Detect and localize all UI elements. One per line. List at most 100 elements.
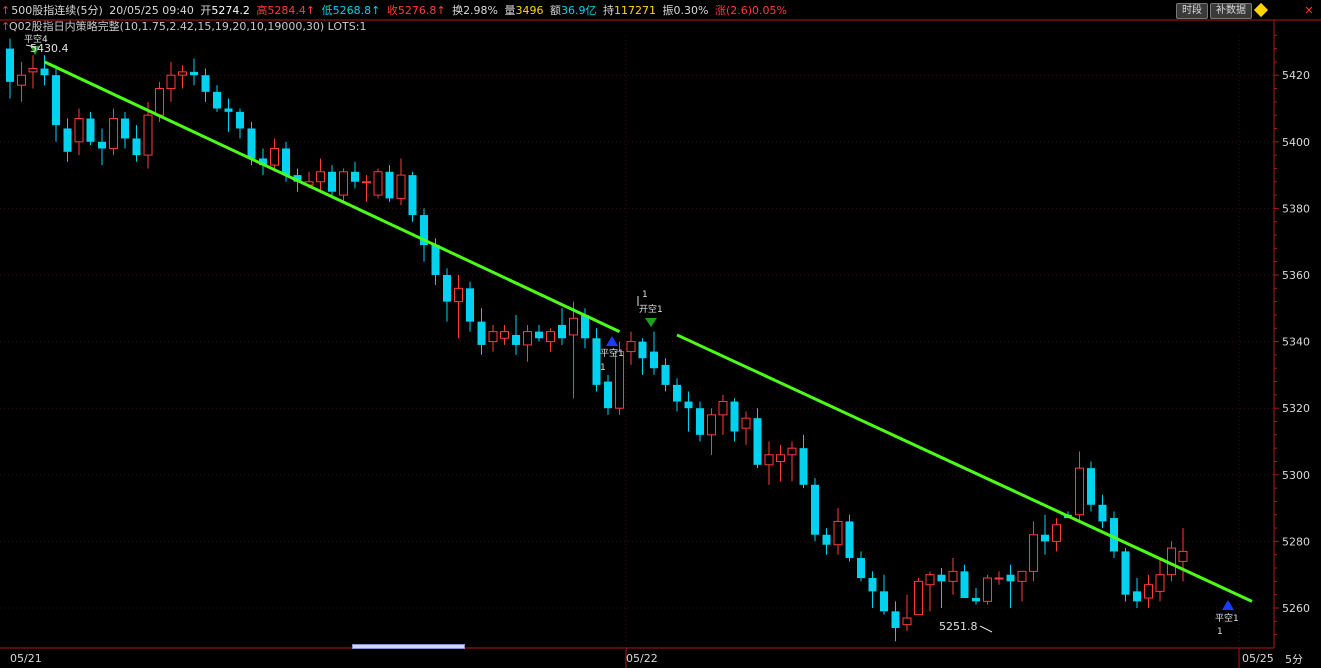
- signal-label: 开空1: [639, 303, 663, 315]
- candlestick-chart[interactable]: 5420 5400 5380 5360 5340 5320 5300 5280 5260 05/2…: [0, 0, 1321, 668]
- candle-body-up: [615, 351, 624, 409]
- candle-body-up: [1075, 467, 1084, 516]
- period-label: 5分: [1285, 653, 1303, 666]
- y-tick-label: 5380: [1282, 202, 1310, 215]
- candle-body-up: [764, 454, 774, 466]
- indicator-line: ↑ Q02股指日内策略完整(10,1.75,2.42,15,19,20,10,1…: [1, 20, 367, 34]
- open-value: 5274.2: [211, 4, 250, 17]
- y-tick-label: 5400: [1282, 136, 1310, 149]
- candle-body-down: [512, 334, 520, 345]
- signal-label: 平空1: [600, 347, 624, 359]
- amount-value: 36.9亿: [561, 4, 597, 17]
- buy-signal-marker: [606, 336, 618, 346]
- candle-body-down: [40, 68, 49, 76]
- candle-body-down: [1098, 504, 1107, 522]
- candle-body-up: [316, 171, 325, 183]
- y-tick-label: 5360: [1282, 269, 1310, 282]
- candle-body-down: [431, 245, 440, 275]
- low-label: 低: [321, 4, 333, 17]
- low-pointer: [979, 625, 993, 633]
- turnover-label: 换: [452, 4, 464, 17]
- close-panel-icon[interactable]: ✕: [1302, 4, 1316, 17]
- candle-body-down: [845, 521, 854, 559]
- volume-label: 量: [504, 4, 516, 17]
- candle-body-up: [707, 414, 716, 436]
- candle-body-up: [1155, 574, 1165, 592]
- turnover-value: 2.98%: [463, 4, 499, 17]
- candle-body-down: [604, 381, 612, 409]
- candle-body-down: [1121, 551, 1130, 595]
- y-tick-label: 5320: [1282, 402, 1310, 415]
- y-tick-label: 5420: [1282, 69, 1310, 82]
- candle-body-down: [6, 48, 14, 82]
- position-value: 117271: [614, 4, 657, 17]
- candle-body-up: [155, 88, 164, 116]
- candle-body-up: [339, 171, 348, 196]
- volume-value: 3496: [515, 4, 544, 17]
- candle-body-down: [63, 128, 72, 152]
- buy-signal-marker: [1222, 600, 1234, 610]
- trend-line: [676, 333, 1253, 603]
- high-arrow-icon: ↑: [305, 4, 316, 17]
- change-pct: 0.05%: [752, 4, 787, 17]
- low-arrow-icon: ↑: [371, 4, 381, 17]
- candle-body-up: [787, 447, 797, 456]
- candle-body-down: [190, 71, 198, 76]
- candle-body-down: [201, 75, 210, 92]
- candle-body-down: [857, 558, 865, 579]
- candle-body-up: [741, 417, 751, 429]
- signal-qty: 1: [1217, 627, 1223, 637]
- candle-body-up: [925, 574, 935, 586]
- fill-data-button[interactable]: 补数据: [1210, 3, 1252, 19]
- candle-body-down: [868, 578, 877, 592]
- candle-body-down: [236, 111, 244, 129]
- candle-body-down: [638, 341, 647, 359]
- candle-body-down: [477, 321, 486, 345]
- candle-body-down: [1006, 574, 1015, 582]
- candle-body-up: [362, 181, 371, 184]
- candle-body-down: [1133, 591, 1141, 602]
- candle-body-down: [121, 118, 129, 139]
- candle-body-down: [408, 175, 417, 216]
- candle-body-down: [891, 611, 900, 628]
- candle-body-up: [17, 74, 26, 86]
- y-tick-label: 5260: [1282, 602, 1310, 615]
- quote-header: ↑500股指连续(5分) 20/05/25 09:40 开5274.2 高528…: [0, 3, 790, 19]
- candle-body-down: [351, 171, 359, 182]
- time-period-button[interactable]: 时段: [1176, 3, 1208, 19]
- close-arrow-icon: ↑: [436, 4, 446, 17]
- candle-body-down: [282, 148, 290, 176]
- candle-body-down: [224, 108, 233, 112]
- candle-body-up: [166, 74, 176, 90]
- candle-body-down: [972, 598, 980, 602]
- candle-body-up: [948, 570, 958, 582]
- horizontal-scrollbar[interactable]: [352, 644, 465, 649]
- candle-body-up: [74, 117, 84, 143]
- candle-body-down: [730, 401, 739, 432]
- candle-body-down: [661, 364, 670, 385]
- signal-label: 平空1: [1215, 612, 1239, 624]
- up-arrow-icon: ↑: [1, 4, 11, 17]
- trend-line: [43, 60, 621, 333]
- candle-body-up: [626, 341, 636, 353]
- y-tick-label: 5340: [1282, 336, 1310, 349]
- change-value: (2.6): [725, 4, 753, 17]
- candle-body-down: [558, 324, 566, 339]
- indicator-arrow-icon: ↑: [1, 20, 11, 33]
- indicator-text: Q02股指日内策略完整(10,1.75,2.42,15,19,20,10,190…: [9, 20, 367, 33]
- signal-qty: 1: [600, 363, 606, 373]
- amplitude-label: 振: [662, 4, 674, 17]
- candle-body-up: [776, 454, 785, 462]
- candle-body-up: [994, 577, 1004, 580]
- candle-body-down: [98, 141, 106, 149]
- quote-datetime: 20/05/25 09:40: [109, 4, 194, 17]
- candle-body-up: [718, 401, 728, 416]
- candle-body-up: [833, 520, 843, 546]
- signal-qty: 1: [642, 290, 648, 300]
- candle-body-up: [454, 287, 463, 303]
- candle-body-down: [696, 408, 704, 435]
- x-tick-label: 05/25: [1242, 652, 1274, 665]
- candle-body-up: [270, 147, 279, 166]
- high-value: 5284.4: [267, 4, 306, 17]
- candle-body-down: [673, 384, 681, 402]
